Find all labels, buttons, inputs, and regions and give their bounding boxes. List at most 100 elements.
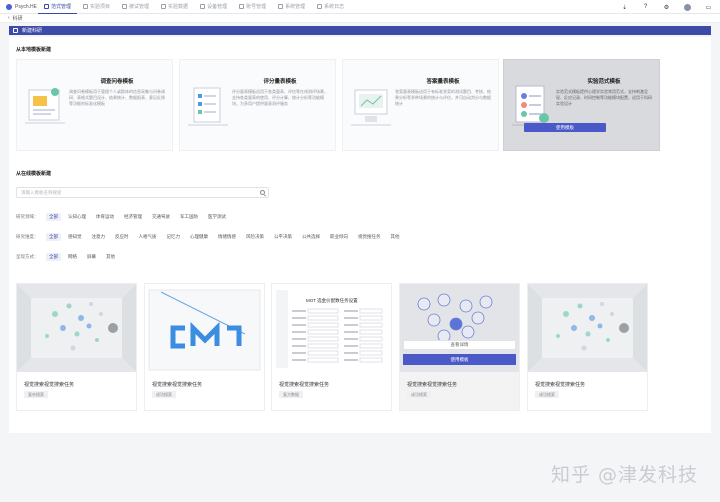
header-icon	[13, 28, 18, 33]
filter-option[interactable]: 体育运动	[93, 213, 117, 221]
nav-item-6[interactable]: 系统管理	[272, 0, 311, 14]
filter-option[interactable]: 心理健康	[187, 233, 211, 241]
filter-option[interactable]: 情绪情感	[215, 233, 239, 241]
nav-item-1[interactable]: 实验项目	[77, 0, 116, 14]
filter-option[interactable]: 感知觉	[65, 233, 85, 241]
settings-icon[interactable]: ⚙	[663, 4, 670, 11]
search-input[interactable]: 请输入模板名称搜索	[16, 187, 269, 198]
filter-option[interactable]: 记忆力	[164, 233, 184, 241]
view-detail-button[interactable]: 查看详情	[403, 340, 516, 350]
filter-option[interactable]: 其他	[388, 233, 403, 241]
filter-option[interactable]: 职业倾向	[327, 233, 351, 241]
main-nav: 范式管理 实验项目 被试管理 实验数据 设备管理 账号管理 系统管理 系统日志	[38, 0, 350, 14]
filter-option[interactable]: 注意力	[89, 233, 109, 241]
task-title: 视觉搜索视觉搜索任务	[279, 382, 330, 388]
nav-label: 设备管理	[207, 4, 228, 10]
search-icon[interactable]	[260, 190, 265, 195]
main-panel: 从本地模板新建 调查问卷模板调查问卷模板用于管理个人或群体的信息采集与问卷调研、…	[9, 37, 711, 433]
template-card-1[interactable]: 评分量表模板评分量表模板适用于各类量表、评估等在线测评场景，支持各类量表的使用、…	[179, 59, 336, 151]
nav-item-0[interactable]: 范式管理	[38, 0, 78, 14]
template-description: 调查问卷模板用于管理个人或群体的信息采集与问卷调研、表格式题目设计、结果统计、数…	[69, 89, 165, 106]
filter-option[interactable]: 视觉搜任务	[355, 233, 384, 241]
nav-icon	[200, 4, 206, 9]
filter-label: 研究领域：	[16, 214, 39, 219]
app-logo[interactable]: Psych.HE	[6, 3, 38, 10]
nav-item-3[interactable]: 实验数据	[155, 0, 194, 14]
template-card-2[interactable]: 答案量表模板 答案量表模板适用于有标准答案的测试题目、考核、结果分析等多种场景的统…	[342, 59, 499, 151]
nav-item-7[interactable]: 系统日志	[311, 0, 350, 14]
use-template-button[interactable]: 使用模板	[403, 354, 516, 365]
filter-option[interactable]: 公平决策	[271, 233, 295, 241]
template-illustration	[25, 76, 65, 136]
nav-label: 被试管理	[129, 4, 150, 10]
download-icon[interactable]: ⇣	[621, 4, 628, 11]
filter-option[interactable]: 全部	[46, 213, 61, 221]
page-header: 新建科研	[9, 26, 711, 35]
task-title: 视觉搜索视觉搜索任务	[24, 382, 75, 388]
filter-option[interactable]: 屏幕	[84, 253, 99, 261]
task-tag: 复杂搜索	[24, 391, 48, 398]
task-card-4[interactable]: 视觉搜索视觉搜索任务 成功搜索	[527, 283, 648, 411]
nav-item-2[interactable]: 被试管理	[116, 0, 155, 14]
filter-option[interactable]: 军工国防	[177, 213, 201, 221]
filter-option[interactable]: 认知心理	[65, 213, 89, 221]
template-name: 实验范式模板	[587, 79, 621, 85]
logo-icon	[6, 3, 12, 10]
template-card-3[interactable]: 实验范式模板实验范式模板提供心理学实验常用范式，支持刺激呈现、反应记录、时间控制…	[503, 59, 660, 151]
nav-icon	[317, 4, 323, 9]
filter-label: 研究维度：	[16, 234, 39, 239]
task-card-2[interactable]: MOT 选金价配数任务设置 视觉搜索视觉搜索任务 复方数据	[271, 283, 392, 411]
filter-option[interactable]: 人格气质	[136, 233, 160, 241]
task-card-3[interactable]: 查看详情使用模板视觉搜索视觉搜索任务 成功搜索	[399, 283, 520, 411]
filter-option[interactable]: 医学测试	[205, 213, 229, 221]
template-card-0[interactable]: 调查问卷模板调查问卷模板用于管理个人或群体的信息采集与问卷调研、表格式题目设计、…	[16, 59, 173, 151]
filter-row-1: 研究维度： 全部 感知觉 注意力 反应时 人格气质 记忆力 心理健康 情绪情感 风险决策 公平决策公…	[16, 233, 407, 241]
template-name: 调查问卷模板	[100, 79, 134, 85]
search-placeholder: 请输入模板名称搜索	[21, 189, 62, 195]
window-controls-icon[interactable]: ▭	[705, 4, 712, 11]
nav-label: 实验项目	[90, 4, 111, 10]
help-icon[interactable]: ?	[642, 4, 649, 10]
nav-label: 系统管理	[285, 4, 306, 10]
filter-option[interactable]: 公共选择	[299, 233, 323, 241]
task-title: 视觉搜索视觉搜索任务	[407, 382, 458, 388]
nav-item-5[interactable]: 账号管理	[233, 0, 272, 14]
use-template-button[interactable]: 使用模板	[524, 123, 606, 132]
task-card-0[interactable]: 视觉搜索视觉搜索任务 复杂搜索	[16, 283, 137, 411]
filter-option[interactable]: 其他	[103, 253, 118, 261]
template-description: 实验范式模板提供心理学实验常用范式，支持刺激呈现、反应记录、时间控制等功能模块配…	[556, 89, 652, 106]
filter-option[interactable]: 全部	[46, 233, 61, 241]
task-thumbnail: MOT 选金价配数任务设置	[272, 284, 391, 372]
local-section-title: 从本地模板新建	[16, 47, 52, 53]
nav-item-4[interactable]: 设备管理	[194, 0, 233, 14]
filter-option[interactable]: 交通驾驶	[149, 213, 173, 221]
avatar[interactable]	[684, 3, 691, 11]
template-description: 评分量表模板适用于各类量表、评估等在线测评场景，支持各类量表的使用、评分计算、统…	[232, 89, 328, 106]
task-title: 视觉搜索视觉搜索任务	[535, 382, 586, 388]
page-title: 新建科研	[22, 28, 43, 34]
filter-option[interactable]: 经济管理	[121, 213, 145, 221]
back-icon[interactable]: ‹	[8, 15, 10, 21]
filter-label: 呈现方式：	[16, 254, 39, 259]
nav-icon	[83, 4, 89, 9]
filter-option[interactable]: 风险决策	[243, 233, 267, 241]
filter-option[interactable]: 反应时	[112, 233, 132, 241]
filter-option[interactable]: 全部	[46, 253, 61, 261]
task-card-1[interactable]: 视觉搜索视觉搜索任务 成功搜索	[144, 283, 265, 411]
task-thumbnail	[528, 284, 647, 372]
task-thumbnail	[17, 284, 136, 372]
template-name: 答案量表模板	[426, 79, 460, 85]
nav-icon	[278, 4, 284, 9]
top-right-tools: ⇣ ? ⚙ ▭	[621, 0, 712, 14]
template-name: 评分量表模板	[263, 79, 297, 85]
nav-label: 实验数据	[168, 4, 189, 10]
template-illustration	[188, 76, 228, 136]
task-title: 视觉搜索视觉搜索任务	[152, 382, 203, 388]
task-tag: 成功搜索	[407, 391, 431, 398]
breadcrumb-label[interactable]: 科研	[13, 15, 23, 22]
filter-option[interactable]: 网络	[65, 253, 80, 261]
task-tag: 成功搜索	[152, 391, 176, 398]
app-name: Psych.HE	[15, 3, 37, 10]
online-section-title: 从在线模板新建	[16, 171, 52, 177]
task-tag: 成功搜索	[535, 391, 559, 398]
